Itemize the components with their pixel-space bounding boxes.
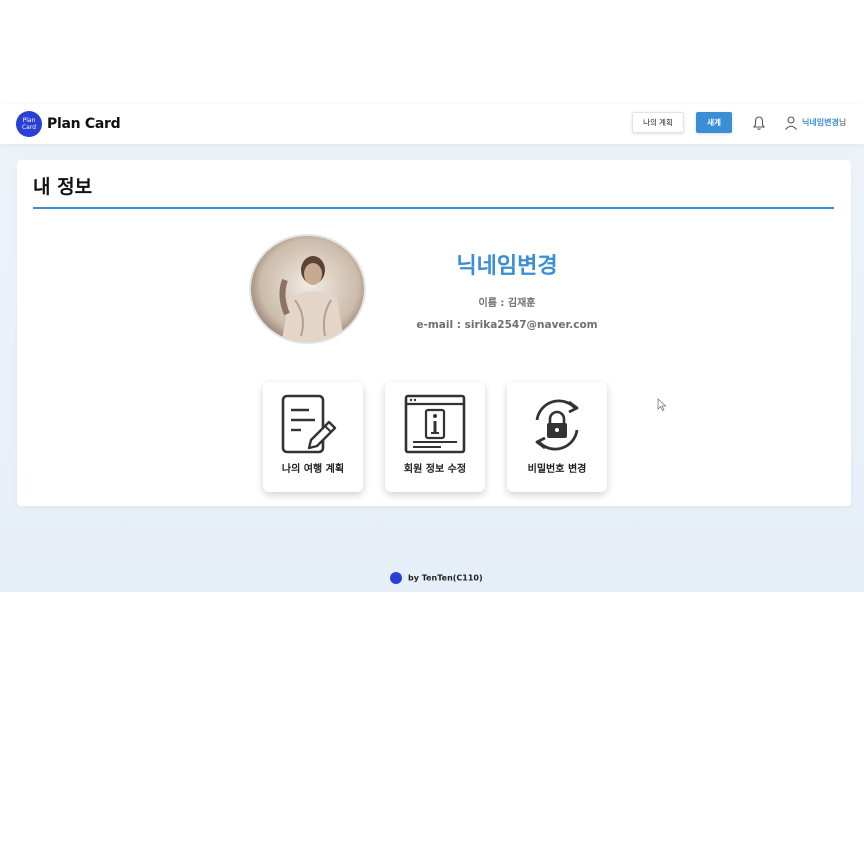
footer-logo-icon: [390, 572, 402, 584]
tile-label: 나의 여행 계획: [281, 464, 345, 475]
avatar: [249, 234, 366, 344]
tile-edit-member-info[interactable]: 회원 정보 수정: [385, 382, 485, 492]
page-title: 내 정보: [33, 176, 93, 198]
footer: by TenTen(C110): [390, 572, 483, 584]
logo-text-bottom: Card: [21, 124, 37, 131]
mouse-cursor-icon: [657, 398, 667, 411]
avatar-photo: [251, 236, 364, 342]
logo-text-top: Plan: [22, 117, 36, 124]
tile-my-travel-plan[interactable]: 나의 여행 계획: [263, 382, 363, 492]
lock-refresh-icon: [535, 399, 579, 451]
tile-label: 비밀번호 변경: [527, 464, 587, 475]
app-body: Plan Card Plan Card 나의 계획 새계 닉네임변경님 내 정보: [0, 104, 864, 592]
profile-email: e-mail : sirika2547@naver.com: [416, 319, 598, 331]
bell-icon[interactable]: [752, 115, 766, 131]
title-divider: [33, 207, 834, 209]
logo-icon[interactable]: Plan Card: [16, 111, 42, 137]
footer-text: by TenTen(C110): [408, 573, 483, 583]
user-icon[interactable]: [784, 115, 798, 131]
document-edit-icon: [281, 394, 337, 454]
new-plan-button[interactable]: 새계: [696, 112, 732, 133]
tile-label: 회원 정보 수정: [403, 464, 467, 475]
user-nickname: 닉네임변경: [802, 118, 839, 127]
info-window-icon: [404, 394, 466, 454]
user-suffix: 님: [838, 118, 847, 127]
profile-card: 내 정보 닉네임변경 이름 : 김재훈 e-mail: sirika2547@…: [17, 160, 851, 506]
profile-name: 이름 : 김재훈: [478, 298, 536, 309]
header: Plan Card Plan Card 나의 계획 새계 닉네임변경님: [0, 104, 864, 144]
brand-name[interactable]: Plan Card: [47, 116, 121, 132]
tile-change-password[interactable]: 비밀번호 변경: [507, 382, 607, 492]
my-plan-button[interactable]: 나의 계획: [632, 112, 684, 133]
profile-nickname: 닉네임변경: [456, 254, 558, 279]
user-menu[interactable]: 닉네임변경님: [802, 117, 846, 128]
